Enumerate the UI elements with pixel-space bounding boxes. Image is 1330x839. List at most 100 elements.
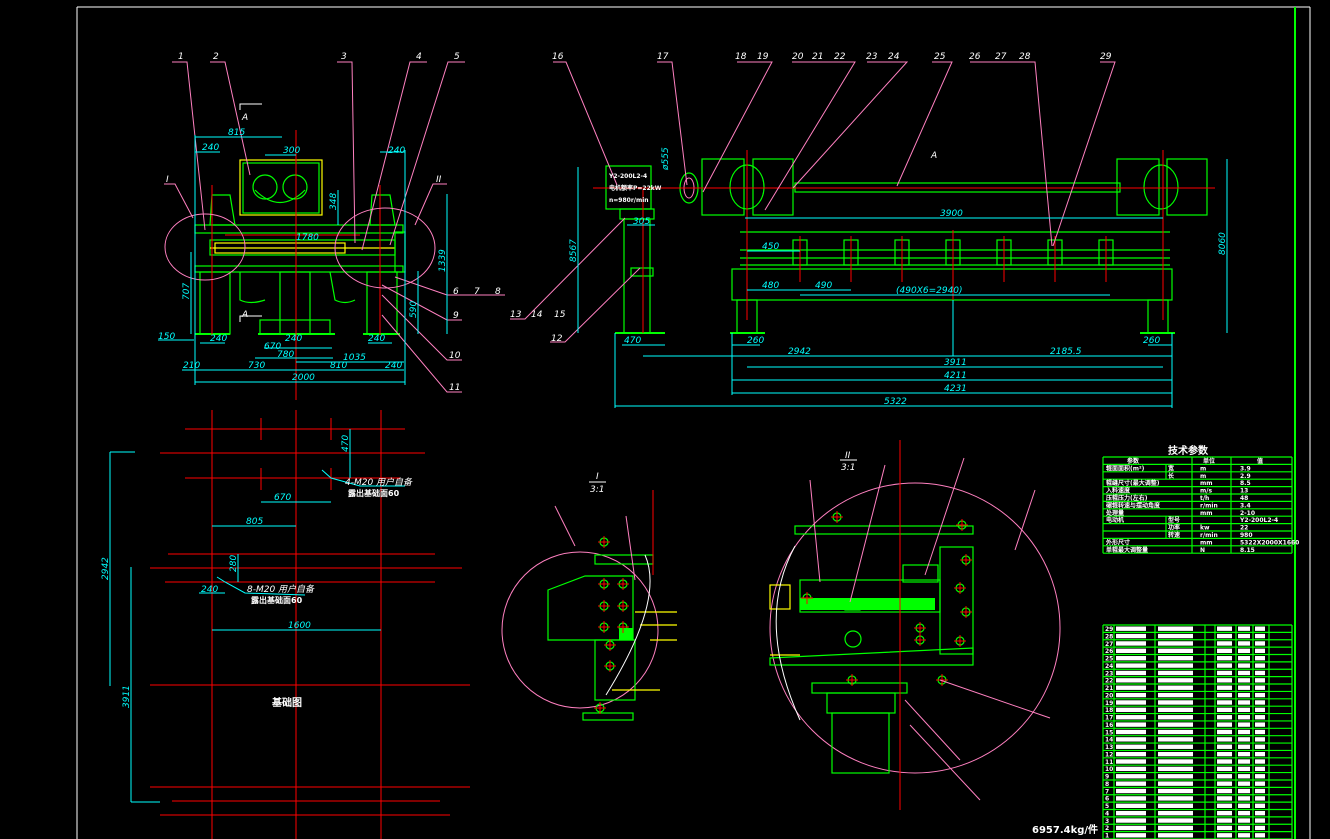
dim-305: 305 xyxy=(633,217,650,227)
dim-2000: 2000 xyxy=(292,373,315,383)
tech-cell-value: 980 xyxy=(1240,532,1253,539)
part-number-17: 17 xyxy=(657,52,669,62)
part-number: 16 xyxy=(1105,722,1113,729)
illegible-cell xyxy=(1116,774,1146,779)
motor-model-label: Y2-200L2-4 xyxy=(608,173,647,180)
part-number-13: 13 xyxy=(510,310,522,320)
part-number-27: 27 xyxy=(995,52,1007,62)
illegible-cell xyxy=(1238,648,1250,654)
illegible-cell xyxy=(1238,670,1250,676)
part-number-4: 4 xyxy=(416,52,422,62)
part-number: 9 xyxy=(1105,774,1109,781)
illegible-cell xyxy=(1238,722,1250,727)
illegible-cell xyxy=(1217,766,1232,772)
illegible-cell xyxy=(1238,766,1250,772)
tech-cell-unit: N xyxy=(1200,547,1205,554)
tech-cell-unit: t/h xyxy=(1200,495,1209,502)
dim-555: ø555 xyxy=(661,147,671,171)
tech-cell-param: 处理量 xyxy=(1105,509,1124,517)
illegible-cell xyxy=(1158,715,1193,720)
part-number: 5 xyxy=(1105,803,1109,810)
part-number: 4 xyxy=(1105,810,1109,817)
part-number-7: 7 xyxy=(474,287,480,297)
illegible-cell xyxy=(1116,715,1146,720)
dim-150: 150 xyxy=(158,332,175,342)
illegible-cell xyxy=(1158,692,1193,698)
illegible-cell xyxy=(1217,796,1232,801)
illegible-cell xyxy=(1255,715,1265,720)
illegible-cell xyxy=(1217,641,1232,646)
illegible-cell xyxy=(1255,678,1265,683)
dim-3911: 3911 xyxy=(944,358,967,368)
illegible-cell xyxy=(1158,759,1193,764)
tech-cell-unit: r/min xyxy=(1200,532,1218,539)
tech-cell-sub: 长 xyxy=(1168,472,1175,480)
dim-470: 470 xyxy=(624,336,641,346)
illegible-cell xyxy=(1116,796,1146,801)
tech-cell-value: 3.9 xyxy=(1240,465,1251,472)
illegible-cell xyxy=(1238,803,1250,808)
illegible-cell xyxy=(1158,648,1193,654)
tech-cell-sub: 型号 xyxy=(1168,516,1180,524)
illegible-cell xyxy=(1255,818,1265,823)
illegible-cell xyxy=(1116,656,1146,661)
illegible-cell xyxy=(1255,803,1265,808)
part-number: 26 xyxy=(1105,648,1113,655)
tech-cell-sub: 转速 xyxy=(1168,531,1180,539)
part-number-5: 5 xyxy=(454,52,460,62)
anchor-bolt-note-1-exposure: 露出基础面60 xyxy=(348,488,400,498)
illegible-cell xyxy=(1255,788,1265,794)
tech-cell-param: 辊缝尺寸(最大调整) xyxy=(1106,479,1160,487)
dim-2942: 2942 xyxy=(788,347,811,357)
dim-730: 730 xyxy=(248,361,265,371)
dim-210: 210 xyxy=(183,361,200,371)
illegible-cell xyxy=(1158,626,1193,631)
illegible-cell xyxy=(1255,774,1265,779)
tech-cell-param: 入料速度 xyxy=(1105,487,1131,495)
illegible-cell xyxy=(1255,781,1265,786)
illegible-cell xyxy=(1217,626,1232,631)
dim-280: 280 xyxy=(229,555,239,572)
tech-cell-unit: m/s xyxy=(1200,488,1212,495)
illegible-cell xyxy=(1158,729,1193,735)
tech-cell-unit: mm xyxy=(1200,510,1213,517)
tech-cell-unit: kw xyxy=(1200,525,1210,532)
illegible-cell xyxy=(1255,796,1265,801)
illegible-cell xyxy=(1217,781,1232,786)
illegible-cell xyxy=(1255,825,1265,831)
dim-240: 240 xyxy=(368,334,385,344)
side-view: 16 17 18 19 20 21 22 23 24 25 26 27 28 2… xyxy=(510,52,1228,408)
illegible-cell xyxy=(1217,803,1232,808)
illegible-cell xyxy=(1255,641,1265,646)
tech-cell-param: 外形尺寸 xyxy=(1105,538,1130,546)
illegible-cell xyxy=(1217,656,1232,661)
illegible-cell xyxy=(1217,663,1232,668)
illegible-cell xyxy=(1116,818,1146,823)
illegible-cell xyxy=(1158,781,1193,786)
illegible-cell xyxy=(1116,729,1146,735)
part-number: 20 xyxy=(1105,692,1113,699)
motor-power-label: 电机额率P=22kW xyxy=(609,184,662,192)
tech-cell-value: 2.9 xyxy=(1240,473,1251,480)
part-number-3: 3 xyxy=(341,52,347,62)
illegible-cell xyxy=(1116,670,1146,676)
illegible-cell xyxy=(1116,751,1146,757)
illegible-cell xyxy=(1158,707,1193,713)
part-number-21: 21 xyxy=(812,52,823,62)
part-number: 14 xyxy=(1105,737,1113,744)
illegible-cell xyxy=(1238,641,1250,646)
dim-490x6: (490X6=2940) xyxy=(896,286,963,296)
part-number: 2 xyxy=(1105,825,1109,832)
illegible-cell xyxy=(1116,810,1146,816)
part-number: 8 xyxy=(1105,781,1109,788)
tech-cell-unit: mm xyxy=(1200,480,1213,487)
part-number: 3 xyxy=(1105,818,1109,825)
illegible-cell xyxy=(1158,722,1193,727)
illegible-cell xyxy=(1217,678,1232,683)
illegible-cell xyxy=(1238,678,1250,683)
tech-cell-unit: mm xyxy=(1200,539,1213,546)
illegible-cell xyxy=(1255,648,1265,654)
illegible-cell xyxy=(1255,656,1265,661)
part-number: 15 xyxy=(1105,729,1113,736)
dim-780: 780 xyxy=(277,350,294,360)
